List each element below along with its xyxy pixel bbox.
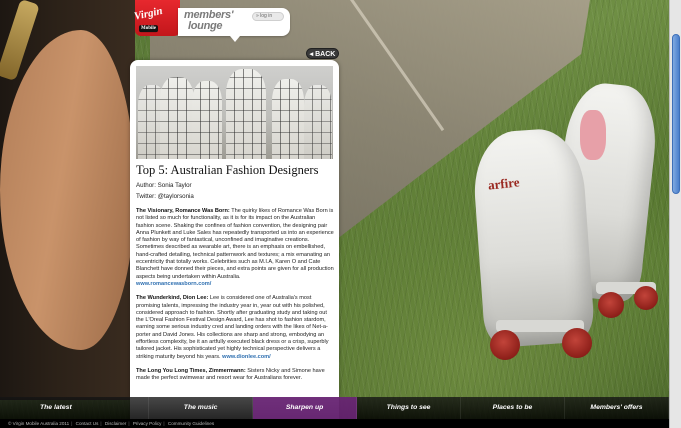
romance-was-born-link[interactable]: www.romancewasborn.com/ xyxy=(136,281,211,287)
virgin-logo[interactable]: Virgin Mobile xyxy=(133,0,182,36)
footer-guidelines-link[interactable]: Community Guidelines xyxy=(168,421,214,426)
mannequin xyxy=(192,81,222,159)
paragraph-text: Lee is considered one of Australia's mos… xyxy=(136,295,329,360)
bottom-navigation: The latest The music Sharpen up Things t… xyxy=(0,397,669,419)
mannequin xyxy=(272,79,304,159)
login-button[interactable]: » log in xyxy=(252,12,284,21)
footer-copyright: © Virgin Mobile Australia 2011 xyxy=(8,421,70,426)
nav-places-to-be[interactable]: Places to be xyxy=(461,397,565,419)
skate-brand-text: arfire xyxy=(487,174,521,193)
dion-lee-link[interactable]: www.dionlee.com/ xyxy=(222,354,271,360)
footer-separator: | xyxy=(128,421,130,426)
nav-sharpen-up[interactable]: Sharpen up xyxy=(253,397,358,419)
scrollbar-thumb[interactable] xyxy=(672,34,680,194)
members-lounge-header: members' lounge » log in xyxy=(178,8,290,42)
roller-skate-left xyxy=(470,126,596,349)
brand-sub: Mobile xyxy=(139,25,159,33)
footer-contact-link[interactable]: Contact Us xyxy=(76,421,99,426)
lounge-title: members' lounge xyxy=(184,10,233,32)
article-body: The Visionary, Romance Was Born: The qui… xyxy=(136,208,334,390)
article-paragraph: The Wunderkind, Dion Lee: Lee is conside… xyxy=(136,295,334,361)
nav-things-to-see[interactable]: Things to see xyxy=(357,397,462,419)
nav-the-music[interactable]: The music xyxy=(149,397,254,419)
article-twitter: Twitter: @taylorsonia xyxy=(136,193,194,200)
article-author: Author: Sonia Taylor xyxy=(136,182,192,189)
skate-tongue xyxy=(580,110,606,160)
skate-wheel xyxy=(490,330,520,360)
brand-name: Virgin xyxy=(132,4,164,23)
back-button[interactable]: ◂ BACK xyxy=(306,48,339,59)
footer-separator: | xyxy=(100,421,102,426)
skate-wheel xyxy=(562,328,592,358)
mannequin xyxy=(160,77,194,159)
footer-privacy-link[interactable]: Privacy Policy xyxy=(133,421,162,426)
lounge-title-line2: lounge xyxy=(188,20,223,32)
footer-disclaimer-link[interactable]: Disclaimer xyxy=(105,421,126,426)
skate-wheel xyxy=(598,292,624,318)
back-label: BACK xyxy=(315,51,336,58)
mannequin xyxy=(304,85,332,159)
mannequin xyxy=(226,69,266,159)
virgin-logo-mark: Virgin Mobile xyxy=(133,2,182,35)
paragraph-text: The quirky likes of Romance Was Born is … xyxy=(136,208,334,280)
vertical-scrollbar[interactable] xyxy=(669,0,681,428)
nav-members-offers[interactable]: Members' offers xyxy=(565,397,669,419)
footer-separator: | xyxy=(71,421,73,426)
article-paragraph: The Long You Long Times, Zimmermann: Sis… xyxy=(136,368,334,383)
article-hero-image xyxy=(136,66,333,159)
skate-wheel xyxy=(634,286,658,310)
paragraph-lead: The Wunderkind, Dion Lee: xyxy=(136,295,209,302)
nav-the-latest[interactable]: The latest xyxy=(0,397,150,419)
footer-bar: © Virgin Mobile Australia 2011 | Contact … xyxy=(0,419,669,428)
paragraph-lead: The Long You Long Times, Zimmermann: xyxy=(136,367,246,374)
article-panel[interactable]: Top 5: Australian Fashion Designers Auth… xyxy=(130,60,339,428)
article-title: Top 5: Australian Fashion Designers xyxy=(136,163,319,177)
article-paragraph: The Visionary, Romance Was Born: The qui… xyxy=(136,208,334,288)
footer-separator: | xyxy=(163,421,165,426)
paragraph-lead: The Visionary, Romance Was Born: xyxy=(136,208,230,214)
